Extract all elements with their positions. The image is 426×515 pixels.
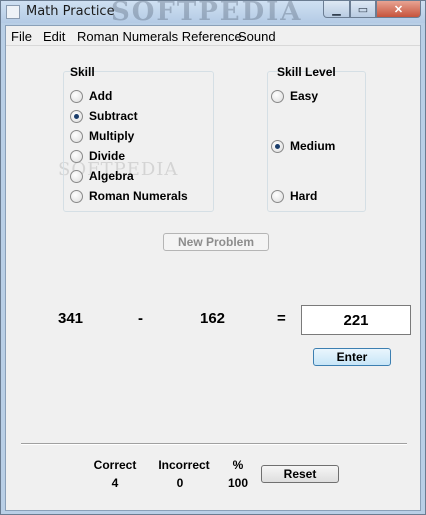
skill-option-label: Divide: [89, 149, 126, 163]
correct-label: Correct: [93, 458, 137, 472]
main-panel: File Edit Roman Numerals Reference Sound…: [5, 25, 421, 511]
skill-option-add[interactable]: Add: [70, 89, 112, 103]
skill-level-label: Medium: [290, 139, 336, 153]
menu-roman-numerals-reference[interactable]: Roman Numerals Reference: [77, 29, 242, 44]
skill-level-easy[interactable]: Easy: [271, 89, 318, 103]
skill-title: Skill: [70, 65, 95, 79]
incorrect-value: 0: [176, 476, 184, 490]
skill-option-roman-numerals[interactable]: Roman Numerals: [70, 189, 188, 203]
maximize-button[interactable]: ▭: [350, 1, 376, 18]
skill-option-multiply[interactable]: Multiply: [70, 129, 134, 143]
minimize-button[interactable]: ▁: [323, 1, 350, 18]
percent-label: %: [232, 458, 244, 472]
percent-value: 100: [227, 476, 249, 490]
skill-option-subtract[interactable]: Subtract: [70, 109, 138, 123]
menu-sound[interactable]: Sound: [238, 29, 276, 44]
window-title: Math Practice: [26, 4, 115, 19]
radio-button[interactable]: [70, 189, 83, 203]
skill-option-label: Algebra: [89, 169, 134, 183]
menu-bar: File Edit Roman Numerals Reference Sound: [6, 26, 420, 46]
skill-option-label: Subtract: [89, 109, 138, 123]
answer-input[interactable]: 221: [301, 305, 411, 335]
watermark: SOFTPEDIA: [111, 0, 303, 27]
minimize-icon: ▁: [332, 3, 341, 16]
operator: -: [138, 310, 143, 327]
operand-1: 341: [58, 310, 84, 327]
skill-option-label: Add: [89, 89, 113, 103]
separator: [21, 443, 407, 445]
incorrect-label: Incorrect: [158, 458, 210, 472]
menu-file[interactable]: File: [11, 29, 32, 44]
equals-sign: =: [277, 310, 286, 327]
radio-button[interactable]: [70, 169, 83, 183]
operand-2: 162: [200, 310, 226, 327]
app-icon: [6, 5, 20, 19]
title-bar[interactable]: Math Practice SOFTPEDIA ▁ ▭ ✕: [1, 0, 425, 27]
radio-button-checked[interactable]: [271, 139, 284, 153]
reset-button[interactable]: Reset: [261, 465, 339, 483]
maximize-icon: ▭: [357, 3, 369, 16]
radio-button[interactable]: [70, 89, 83, 103]
radio-button[interactable]: [70, 129, 83, 143]
skill-option-label: Roman Numerals: [89, 189, 188, 203]
enter-button[interactable]: Enter: [313, 348, 391, 366]
app-window: Math Practice SOFTPEDIA ▁ ▭ ✕ File Edit …: [0, 0, 426, 515]
radio-button[interactable]: [70, 149, 83, 163]
skill-option-algebra[interactable]: Algebra: [70, 169, 134, 183]
radio-button[interactable]: [271, 189, 284, 203]
menu-edit[interactable]: Edit: [43, 29, 65, 44]
skill-level-label: Hard: [290, 189, 318, 203]
correct-value: 4: [111, 476, 119, 490]
skill-option-label: Multiply: [89, 129, 135, 143]
radio-button-checked[interactable]: [70, 109, 83, 123]
skill-level-title: Skill Level: [277, 65, 336, 79]
close-button[interactable]: ✕: [376, 1, 421, 18]
skill-level-hard[interactable]: Hard: [271, 189, 317, 203]
radio-button[interactable]: [271, 89, 284, 103]
skill-level-medium[interactable]: Medium: [271, 139, 335, 153]
close-icon: ✕: [393, 3, 404, 16]
skill-level-label: Easy: [290, 89, 319, 103]
skill-option-divide[interactable]: Divide: [70, 149, 125, 163]
new-problem-button[interactable]: New Problem: [163, 233, 269, 251]
